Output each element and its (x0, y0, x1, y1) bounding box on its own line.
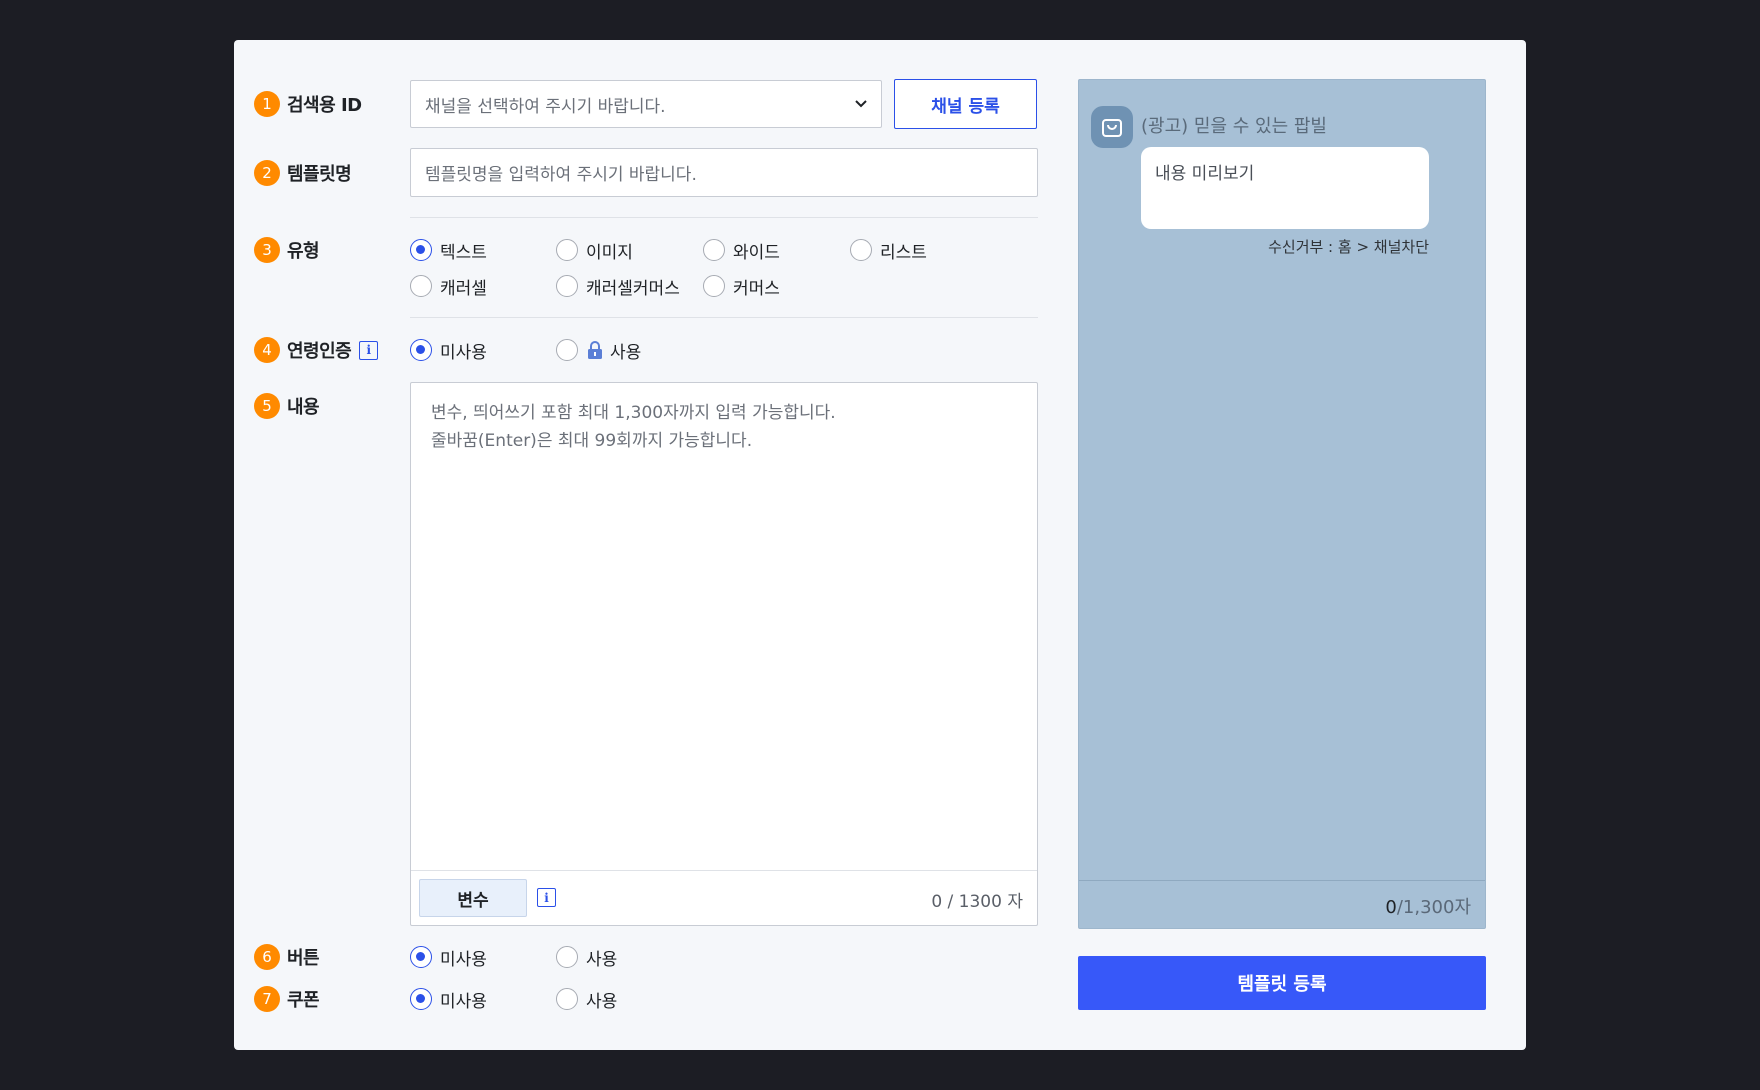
button-radio-unused[interactable]: 미사용 (410, 945, 487, 970)
lock-icon (588, 341, 602, 359)
radio-label: 텍스트 (440, 242, 487, 263)
radio-circle (703, 239, 725, 261)
radio-circle (410, 275, 432, 297)
radio-label: 리스트 (880, 242, 927, 263)
field-label-search-id: 1 검색용 ID (254, 90, 362, 118)
template-name-placeholder: 템플릿명을 입력하여 주시기 바랍니다. (425, 165, 697, 185)
template-name-input[interactable]: 템플릿명을 입력하여 주시기 바랍니다. (410, 148, 1038, 197)
type-radio-commerce[interactable]: 커머스 (703, 274, 780, 299)
radio-label: 미사용 (440, 342, 487, 363)
message-preview: (광고) 믿을 수 있는 팝빌 내용 미리보기 수신거부 : 홈 > 채널차단 … (1078, 79, 1486, 929)
step-badge: 5 (254, 393, 280, 419)
step-badge: 1 (254, 91, 280, 117)
radio-label: 사용 (586, 949, 618, 970)
step-badge: 4 (254, 337, 280, 363)
radio-circle (703, 275, 725, 297)
radio-circle (410, 339, 432, 361)
channel-select[interactable]: 채널을 선택하여 주시기 바랍니다. (410, 80, 882, 128)
content-char-counter: 0 / 1300 자 (931, 892, 1023, 912)
label-text: 내용 (287, 397, 320, 418)
coupon-radio-unused[interactable]: 미사용 (410, 987, 487, 1012)
type-radio-text[interactable]: 텍스트 (410, 238, 487, 263)
label-text: 유형 (287, 241, 320, 262)
placeholder-line: 변수, 띄어쓰기 포함 최대 1,300자까지 입력 가능합니다. (431, 403, 836, 423)
radio-label: 미사용 (440, 991, 487, 1012)
template-register-button[interactable]: 템플릿 등록 (1078, 956, 1486, 1010)
radio-label: 사용 (610, 342, 642, 363)
step-badge: 2 (254, 160, 280, 186)
preview-sender-name: (광고) 믿을 수 있는 팝빌 (1141, 116, 1327, 137)
step-badge: 7 (254, 986, 280, 1012)
radio-circle (556, 339, 578, 361)
step-badge: 3 (254, 237, 280, 263)
preview-bubble: 내용 미리보기 (1141, 147, 1429, 229)
field-label-type: 3 유형 (254, 236, 320, 264)
radio-label: 미사용 (440, 949, 487, 970)
variable-button[interactable]: 변수 (419, 879, 527, 917)
type-radio-carousel[interactable]: 캐러셀 (410, 274, 487, 299)
radio-circle (410, 239, 432, 261)
radio-label: 캐러셀커머스 (586, 278, 680, 299)
type-radio-list[interactable]: 리스트 (850, 238, 927, 263)
divider (410, 217, 1038, 218)
age-auth-radio-unused[interactable]: 미사용 (410, 338, 487, 363)
type-radio-image[interactable]: 이미지 (556, 238, 633, 263)
field-label-button: 6 버튼 (254, 943, 320, 971)
radio-label: 커머스 (733, 278, 780, 299)
chevron-down-icon (855, 100, 867, 108)
type-radio-wide[interactable]: 와이드 (703, 238, 780, 263)
field-label-coupon: 7 쿠폰 (254, 985, 320, 1013)
radio-circle (556, 275, 578, 297)
preview-char-counter: 0/1,300자 (1385, 893, 1471, 919)
radio-circle (850, 239, 872, 261)
template-form-panel: 1 검색용 ID 채널을 선택하여 주시기 바랍니다. 채널 등록 2 템플릿명… (234, 40, 1526, 1050)
placeholder-line: 줄바꿈(Enter)은 최대 99회까지 가능합니다. (431, 431, 753, 451)
field-label-template-name: 2 템플릿명 (254, 159, 352, 187)
preview-optout-text: 수신거부 : 홈 > 채널차단 (1268, 238, 1429, 256)
label-text: 검색용 ID (287, 95, 362, 116)
content-footer: 변수 i 0 / 1300 자 (411, 870, 1037, 925)
radio-circle (556, 239, 578, 261)
radio-circle (410, 988, 432, 1010)
preview-footer: 0/1,300자 (1079, 880, 1485, 928)
divider (410, 317, 1038, 318)
button-radio-used[interactable]: 사용 (556, 945, 618, 970)
radio-circle (556, 988, 578, 1010)
content-textarea[interactable]: 변수, 띄어쓰기 포함 최대 1,300자까지 입력 가능합니다. 줄바꿈(En… (410, 382, 1038, 926)
field-label-content: 5 내용 (254, 392, 320, 420)
step-badge: 6 (254, 944, 280, 970)
preview-count-max: /1,300자 (1396, 897, 1471, 918)
label-text: 버튼 (287, 948, 320, 969)
radio-label: 캐러셀 (440, 278, 487, 299)
radio-circle (410, 946, 432, 968)
type-radio-carousel-commerce[interactable]: 캐러셀커머스 (556, 274, 680, 299)
radio-circle (556, 946, 578, 968)
label-text: 연령인증 (287, 341, 352, 362)
label-text: 템플릿명 (287, 164, 352, 185)
radio-label: 이미지 (586, 242, 633, 263)
field-label-age-auth: 4 연령인증 i (254, 336, 379, 364)
info-icon[interactable]: i (537, 888, 556, 907)
coupon-radio-used[interactable]: 사용 (556, 987, 618, 1012)
radio-label: 사용 (586, 991, 618, 1012)
age-auth-radio-used[interactable]: 사용 (556, 338, 642, 363)
preview-count-current: 0 (1385, 897, 1397, 918)
content-placeholder: 변수, 띄어쓰기 포함 최대 1,300자까지 입력 가능합니다. 줄바꿈(En… (431, 399, 836, 455)
radio-label: 와이드 (733, 242, 780, 263)
shopping-bag-icon (1091, 106, 1133, 148)
label-text: 쿠폰 (287, 990, 320, 1011)
info-icon[interactable]: i (359, 340, 379, 360)
channel-select-value: 채널을 선택하여 주시기 바랍니다. (425, 96, 666, 117)
channel-register-button[interactable]: 채널 등록 (894, 79, 1037, 129)
